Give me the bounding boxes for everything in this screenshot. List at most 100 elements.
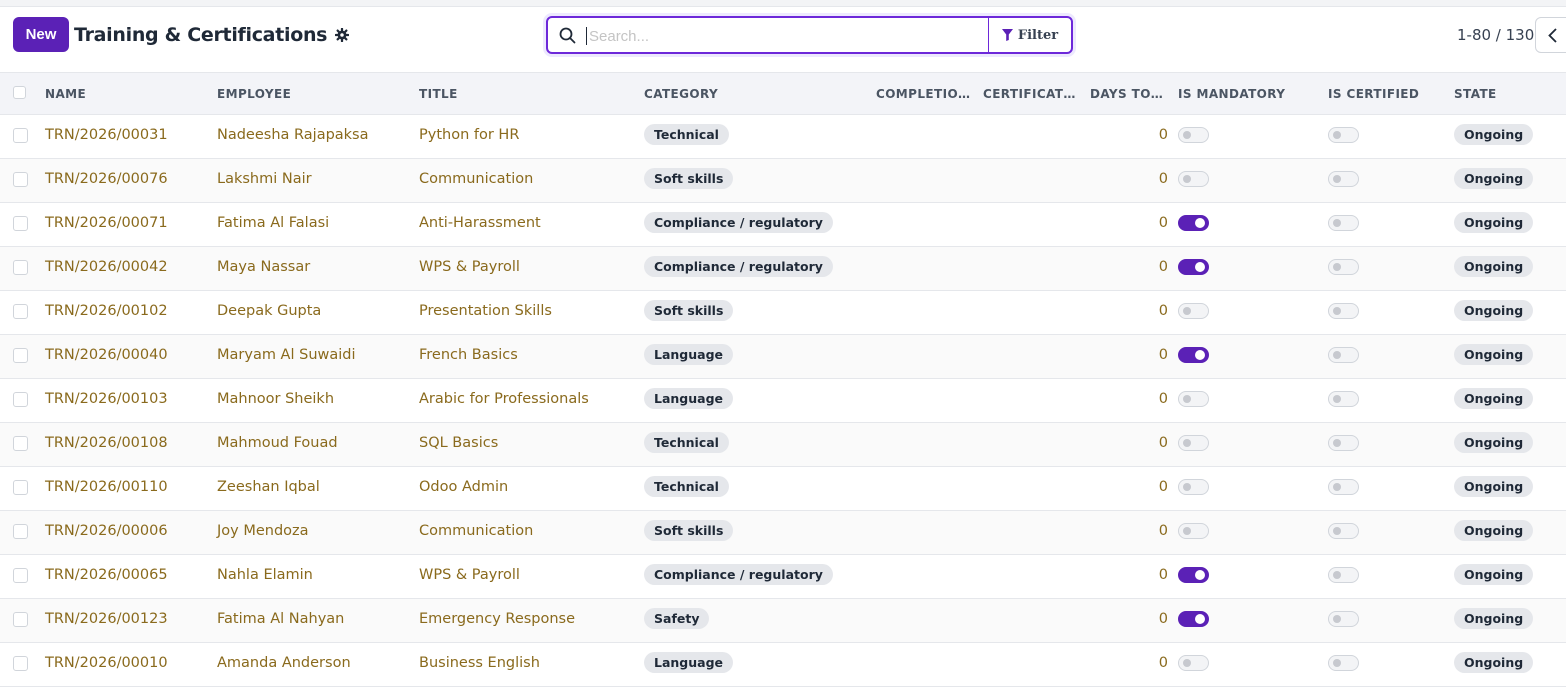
table-row[interactable]: TRN/2026/00103 Mahnoor Sheikh Arabic for P… — [0, 379, 1566, 423]
table-row[interactable]: TRN/2026/00065 Nahla Elamin WPS & Payroll C… — [0, 555, 1566, 599]
is-certified-toggle[interactable] — [1328, 479, 1359, 495]
is-certified-toggle[interactable] — [1328, 127, 1359, 143]
row-title[interactable]: Arabic for Professionals — [419, 391, 589, 407]
is-mandatory-toggle[interactable] — [1178, 479, 1209, 495]
pager-previous-button[interactable] — [1535, 17, 1566, 53]
table-row[interactable]: TRN/2026/00123 Fatima Al Nahyan Emergency … — [0, 599, 1566, 643]
is-mandatory-toggle[interactable] — [1178, 611, 1209, 627]
is-certified-toggle[interactable] — [1328, 171, 1359, 187]
column-is-certified[interactable]: IS CERTIFIED — [1328, 87, 1419, 101]
is-certified-toggle[interactable] — [1328, 435, 1359, 451]
row-employee[interactable]: Fatima Al Falasi — [217, 215, 329, 231]
is-mandatory-toggle[interactable] — [1178, 655, 1209, 671]
row-title[interactable]: Odoo Admin — [419, 479, 508, 495]
row-employee[interactable]: Mahnoor Sheikh — [217, 391, 334, 407]
is-mandatory-toggle[interactable] — [1178, 215, 1209, 231]
row-checkbox[interactable] — [13, 436, 28, 451]
row-title[interactable]: Presentation Skills — [419, 303, 552, 319]
column-completion[interactable]: COMPLETION... — [876, 87, 972, 101]
row-checkbox[interactable] — [13, 348, 28, 363]
select-all-checkbox[interactable] — [13, 86, 26, 99]
row-checkbox[interactable] — [13, 568, 28, 583]
row-name[interactable]: TRN/2026/00103 — [45, 391, 168, 407]
row-name[interactable]: TRN/2026/00102 — [45, 303, 168, 319]
row-checkbox[interactable] — [13, 392, 28, 407]
table-row[interactable]: TRN/2026/00006 Joy Mendoza Communication So… — [0, 511, 1566, 555]
row-name[interactable]: TRN/2026/00065 — [45, 567, 168, 583]
gear-icon[interactable] — [335, 28, 350, 42]
row-name[interactable]: TRN/2026/00076 — [45, 171, 168, 187]
row-checkbox[interactable] — [13, 216, 28, 231]
is-certified-toggle[interactable] — [1328, 303, 1359, 319]
is-certified-toggle[interactable] — [1328, 611, 1359, 627]
table-row[interactable]: TRN/2026/00102 Deepak Gupta Presentation S… — [0, 291, 1566, 335]
table-row[interactable]: TRN/2026/00071 Fatima Al Falasi Anti-Haras… — [0, 203, 1566, 247]
table-row[interactable]: TRN/2026/00076 Lakshmi Nair Communication S… — [0, 159, 1566, 203]
row-employee[interactable]: Maya Nassar — [217, 259, 310, 275]
row-checkbox[interactable] — [13, 128, 28, 143]
row-title[interactable]: Emergency Response — [419, 611, 575, 627]
column-state[interactable]: STATE — [1454, 87, 1497, 101]
row-name[interactable]: TRN/2026/00108 — [45, 435, 168, 451]
row-checkbox[interactable] — [13, 172, 28, 187]
row-title[interactable]: Communication — [419, 523, 533, 539]
row-title[interactable]: WPS & Payroll — [419, 567, 520, 583]
row-employee[interactable]: Mahmoud Fouad — [217, 435, 338, 451]
row-employee[interactable]: Amanda Anderson — [217, 655, 351, 671]
row-name[interactable]: TRN/2026/00006 — [45, 523, 168, 539]
column-is-mandatory[interactable]: IS MANDATORY — [1178, 87, 1285, 101]
row-title[interactable]: SQL Basics — [419, 435, 498, 451]
is-certified-toggle[interactable] — [1328, 259, 1359, 275]
row-title[interactable]: Python for HR — [419, 127, 519, 143]
row-title[interactable]: Anti-Harassment — [419, 215, 541, 231]
column-name[interactable]: NAME — [45, 87, 86, 101]
is-certified-toggle[interactable] — [1328, 347, 1359, 363]
is-mandatory-toggle[interactable] — [1178, 259, 1209, 275]
table-row[interactable]: TRN/2026/00108 Mahmoud Fouad SQL Basics Tec… — [0, 423, 1566, 467]
table-row[interactable]: TRN/2026/00110 Zeeshan Iqbal Odoo Admin Tec… — [0, 467, 1566, 511]
row-name[interactable]: TRN/2026/00071 — [45, 215, 168, 231]
table-row[interactable]: TRN/2026/00010 Amanda Anderson Business En… — [0, 643, 1566, 687]
is-mandatory-toggle[interactable] — [1178, 435, 1209, 451]
is-mandatory-toggle[interactable] — [1178, 523, 1209, 539]
row-name[interactable]: TRN/2026/00031 — [45, 127, 168, 143]
row-checkbox[interactable] — [13, 612, 28, 627]
is-certified-toggle[interactable] — [1328, 655, 1359, 671]
is-mandatory-toggle[interactable] — [1178, 303, 1209, 319]
row-name[interactable]: TRN/2026/00040 — [45, 347, 168, 363]
row-employee[interactable]: Fatima Al Nahyan — [217, 611, 344, 627]
table-row[interactable]: TRN/2026/00040 Maryam Al Suwaidi French Ba… — [0, 335, 1566, 379]
row-checkbox[interactable] — [13, 304, 28, 319]
row-employee[interactable]: Maryam Al Suwaidi — [217, 347, 356, 363]
row-checkbox[interactable] — [13, 524, 28, 539]
is-mandatory-toggle[interactable] — [1178, 391, 1209, 407]
is-certified-toggle[interactable] — [1328, 215, 1359, 231]
filter-button[interactable]: Filter — [988, 18, 1071, 52]
row-name[interactable]: TRN/2026/00110 — [45, 479, 168, 495]
row-checkbox[interactable] — [13, 260, 28, 275]
is-certified-toggle[interactable] — [1328, 523, 1359, 539]
row-employee[interactable]: Joy Mendoza — [217, 523, 309, 539]
row-title[interactable]: Business English — [419, 655, 540, 671]
column-title[interactable]: TITLE — [419, 87, 458, 101]
is-mandatory-toggle[interactable] — [1178, 127, 1209, 143]
new-button[interactable]: New — [13, 17, 69, 52]
row-name[interactable]: TRN/2026/00042 — [45, 259, 168, 275]
row-name[interactable]: TRN/2026/00123 — [45, 611, 168, 627]
row-employee[interactable]: Nahla Elamin — [217, 567, 313, 583]
pager-value[interactable]: 1-80 / 130 — [1457, 26, 1534, 44]
row-employee[interactable]: Zeeshan Iqbal — [217, 479, 320, 495]
is-mandatory-toggle[interactable] — [1178, 171, 1209, 187]
row-title[interactable]: WPS & Payroll — [419, 259, 520, 275]
row-title[interactable]: French Basics — [419, 347, 518, 363]
column-category[interactable]: CATEGORY — [644, 87, 718, 101]
row-checkbox[interactable] — [13, 480, 28, 495]
is-certified-toggle[interactable] — [1328, 567, 1359, 583]
row-checkbox[interactable] — [13, 656, 28, 671]
column-days-to-expiry[interactable]: DAYS TO E... — [1090, 87, 1166, 101]
search-input[interactable] — [586, 27, 988, 45]
row-employee[interactable]: Nadeesha Rajapaksa — [217, 127, 369, 143]
table-row[interactable]: TRN/2026/00031 Nadeesha Rajapaksa Python f… — [0, 115, 1566, 159]
column-employee[interactable]: EMPLOYEE — [217, 87, 291, 101]
is-mandatory-toggle[interactable] — [1178, 347, 1209, 363]
